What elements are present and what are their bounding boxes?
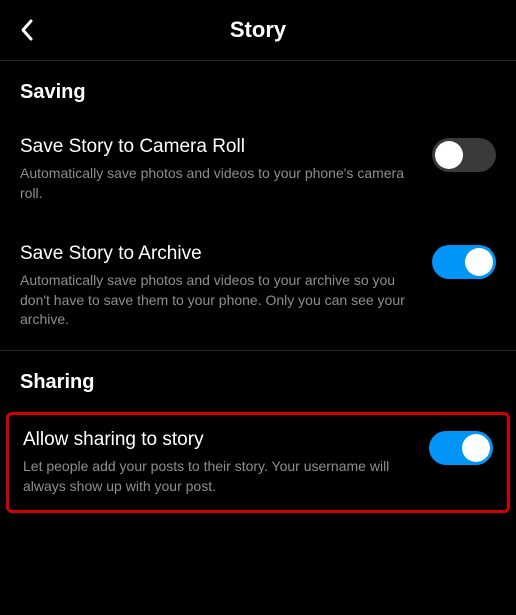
toggle-knob <box>462 434 490 462</box>
toggle-knob <box>435 141 463 169</box>
toggle-knob <box>465 248 493 276</box>
setting-title: Save Story to Camera Roll <box>20 136 416 158</box>
toggle-save-camera-roll[interactable] <box>432 138 496 172</box>
toggle-save-archive[interactable] <box>432 245 496 279</box>
setting-title: Allow sharing to story <box>23 429 413 451</box>
chevron-left-icon <box>19 18 35 42</box>
page-title: Story <box>230 17 286 43</box>
toggle-allow-sharing[interactable] <box>429 431 493 465</box>
highlighted-setting: Allow sharing to story Let people add yo… <box>6 412 510 513</box>
back-button[interactable] <box>12 15 42 45</box>
setting-save-archive: Save Story to Archive Automatically save… <box>0 223 516 350</box>
section-header-sharing: Sharing <box>0 351 516 406</box>
setting-description: Let people add your posts to their story… <box>23 457 413 496</box>
setting-title: Save Story to Archive <box>20 243 416 265</box>
setting-description: Automatically save photos and videos to … <box>20 271 416 330</box>
setting-save-camera-roll: Save Story to Camera Roll Automatically … <box>0 116 516 223</box>
header: Story <box>0 0 516 60</box>
setting-description: Automatically save photos and videos to … <box>20 164 416 203</box>
section-header-saving: Saving <box>0 61 516 116</box>
